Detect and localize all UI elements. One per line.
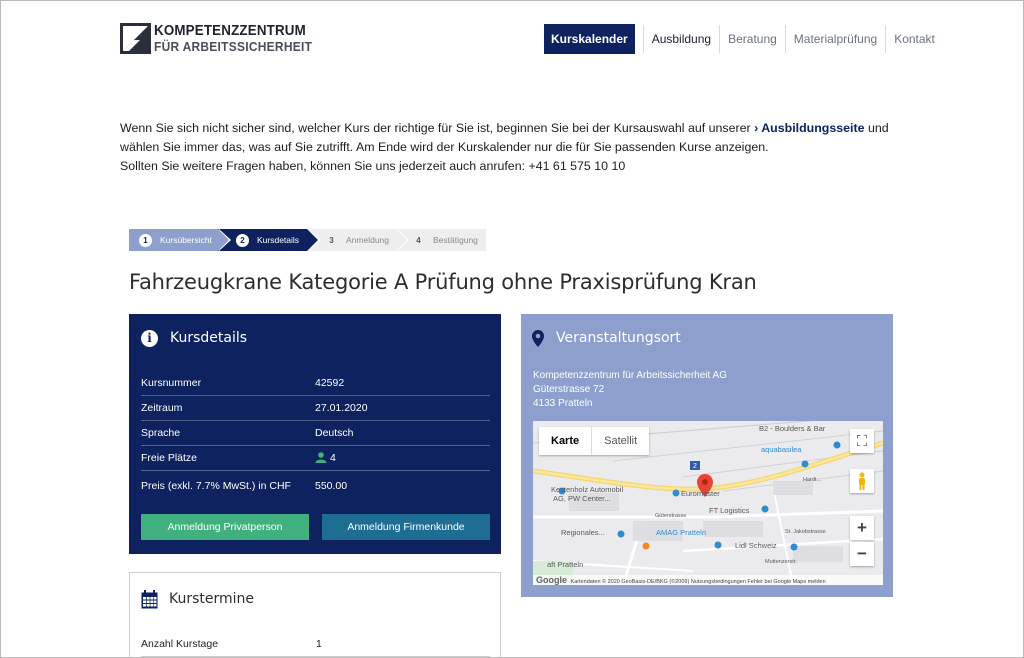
location-pin-icon (532, 329, 544, 347)
course-details-heading: Kursdetails (170, 330, 248, 346)
ausbildungsseite-link[interactable]: › Ausbildungsseite (754, 121, 864, 135)
dates-row-anzahl-kurstage: Anzahl Kurstage 1 (141, 632, 490, 657)
step-anmeldung: 3 Anmeldung (307, 229, 409, 251)
intro-phone-line: Sollten Sie weitere Fragen haben, können… (120, 159, 626, 173)
row-value: Deutsch (315, 427, 354, 439)
row-label: Kursnummer (141, 377, 202, 389)
step-label: Kursdetails (257, 235, 300, 245)
details-row-sprache: Sprache Deutsch (141, 421, 490, 446)
google-logo: Google (536, 575, 567, 585)
highway-shield-label: 2 (693, 463, 697, 470)
step-number: 3 (329, 235, 334, 245)
free-seats-value: 4 (330, 452, 336, 464)
main-nav: Kurskalender Ausbildung Beratung Materia… (544, 24, 943, 54)
step-label: Kursübersicht (160, 235, 212, 245)
venue-heading: Veranstaltungsort (556, 330, 681, 346)
intro-part1: Wenn Sie sich nicht sicher sind, welcher… (120, 121, 751, 135)
address-line: Kompetenzzentrum für Arbeitssicherheit A… (533, 370, 727, 381)
map-label-jakobstrasse: St. Jakobstrasse (785, 529, 826, 535)
map-label-kestenholz-2: AG, PW Center... (553, 494, 611, 503)
details-row-preis: Preis (exkl. 7.7% MwSt.) in CHF 550.00 (141, 471, 490, 501)
nav-ausbildung[interactable]: Ausbildung (642, 25, 719, 53)
calendar-icon (141, 589, 158, 608)
address-line: 4133 Pratteln (533, 398, 593, 409)
ausbildungsseite-link-label: Ausbildungsseite (761, 121, 865, 135)
address-line: Güterstrasse 72 (533, 384, 605, 395)
course-details-table: Kursnummer 42592 Zeitraum 27.01.2020 Spr… (141, 371, 490, 501)
map-label-gueterstrasse: Güterstrasse (655, 513, 687, 519)
step-label: Anmeldung (346, 235, 390, 245)
site-logo[interactable]: KOMPETENZZENTRUM FÜR ARBEITSSICHERHEIT (120, 23, 326, 54)
details-row-freie-plaetze: Freie Plätze 4 (141, 446, 490, 471)
chevron-right-icon: › (754, 121, 759, 135)
register-private-button[interactable]: Anmeldung Privatperson (141, 514, 309, 540)
page-title: Fahrzeugkrane Kategorie A Prüfung ohne P… (129, 270, 757, 294)
fullscreen-icon[interactable]: ⛶ (850, 429, 874, 453)
step-number: 1 (139, 233, 152, 247)
zoom-out-icon[interactable]: − (850, 542, 874, 566)
details-row-zeitraum: Zeitraum 27.01.2020 (141, 396, 490, 421)
map-type-satellit[interactable]: Satellit (591, 427, 649, 455)
map-type-toggle: Karte Satellit (539, 427, 650, 455)
step-kursdetails: 2 Kursdetails (218, 229, 320, 251)
row-value: 27.01.2020 (315, 402, 368, 414)
details-row-kursnummer: Kursnummer 42592 (141, 371, 490, 396)
map-label-regionales: Regionales... (561, 528, 605, 537)
info-icon: i (141, 329, 158, 347)
map-label-hardt: Hardt... (803, 477, 822, 483)
logo-title: KOMPETENZZENTRUM (154, 22, 306, 39)
step-label: Bestätigung (433, 235, 478, 245)
map-label-amag: AMAG Pratteln (656, 528, 707, 537)
step-number: 2 (236, 233, 249, 247)
map-label-kestenholz-1: Kestenholz Automobil (551, 485, 624, 494)
nav-kurskalender[interactable]: Kurskalender (544, 24, 635, 54)
street-view-pegman-icon[interactable] (850, 469, 874, 493)
course-dates-heading: Kurstermine (169, 591, 255, 607)
course-dates-card: Kurstermine Anzahl Kurstage 1 (129, 572, 501, 658)
step-kursuebersicht[interactable]: 1 Kursübersicht (129, 229, 231, 251)
user-icon (315, 452, 327, 463)
row-label: Preis (exkl. 7.7% MwSt.) in CHF (141, 480, 291, 492)
row-value: 550.00 (315, 480, 348, 492)
map-attribution: Google Kartendaten © 2020 GeoBasis-DE/BK… (533, 575, 883, 585)
nav-beratung[interactable]: Beratung (719, 25, 785, 53)
course-details-card: i Kursdetails Kursnummer 42592 Zeitraum … (129, 314, 501, 554)
intro-text: Wenn Sie sich nicht sicher sind, welcher… (120, 119, 910, 176)
map-type-karte[interactable]: Karte (539, 427, 591, 455)
map-label-lidl: Lidl Schweiz (735, 541, 777, 550)
row-label: Zeitraum (141, 402, 183, 414)
map-attribution-text[interactable]: Kartendaten © 2020 GeoBasis-DE/BKG (©200… (571, 579, 826, 585)
row-label: Sprache (141, 427, 181, 439)
map-label-pratteln: aft Pratteln (547, 560, 584, 569)
booking-steps: 1 Kursübersicht 2 Kursdetails 3 Anmeldun… (129, 229, 486, 251)
row-label: Freie Plätze (141, 452, 198, 464)
venue-card: Veranstaltungsort Kompetenzzentrum für A… (521, 314, 893, 597)
map-label-muttenzerstr: Muttenzerstr. (765, 559, 797, 565)
map-label-euromaster: Euromaster (681, 489, 720, 498)
map-label-aquabasilea: aquabasilea (761, 445, 802, 454)
logo-mark-icon (120, 23, 151, 54)
row-value: 42592 (315, 377, 345, 389)
register-company-button[interactable]: Anmeldung Firmenkunde (322, 514, 490, 540)
map-label-ft-logistics: FT Logistics (709, 506, 750, 515)
row-label: Anzahl Kurstage (141, 638, 219, 650)
google-map[interactable]: 2 Karte Satellit B2 - Boulders & Bar aqu… (533, 421, 883, 585)
nav-kontakt[interactable]: Kontakt (885, 25, 943, 53)
zoom-in-icon[interactable]: + (850, 516, 874, 540)
nav-materialpruefung[interactable]: Materialprüfung (784, 25, 885, 53)
venue-address: Kompetenzzentrum für Arbeitssicherheit A… (533, 369, 727, 411)
step-bestaetigung: 4 Bestätigung (396, 229, 486, 251)
logo-subtitle: FÜR ARBEITSSICHERHEIT (154, 38, 313, 54)
map-label-boulders: B2 - Boulders & Bar (759, 424, 826, 433)
row-value: 1 (316, 638, 322, 650)
row-value: 4 (315, 452, 490, 464)
step-number: 4 (416, 235, 421, 245)
